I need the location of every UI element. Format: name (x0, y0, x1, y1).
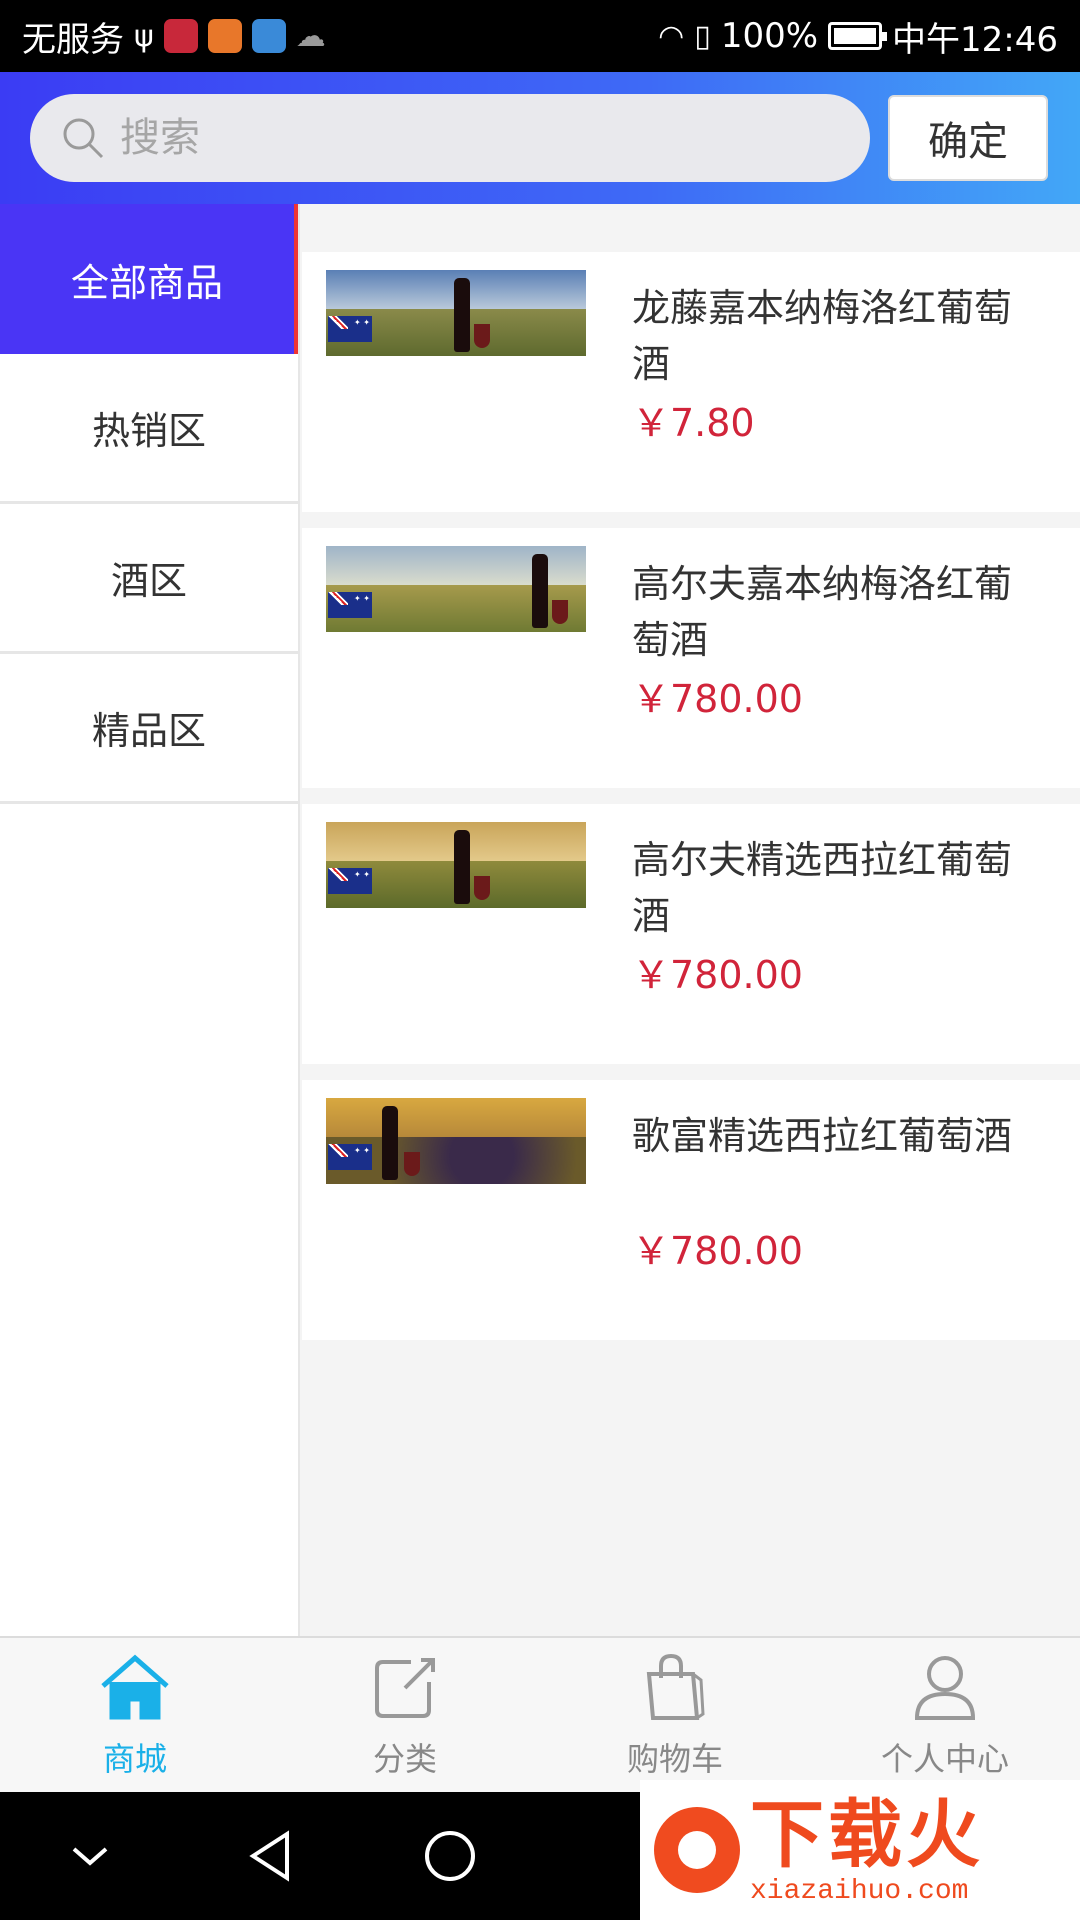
product-price: ￥7.80 (632, 401, 755, 445)
list-item[interactable]: 龙藤嘉本纳梅洛红葡萄酒 ￥7.80 (302, 252, 1080, 512)
australia-flag-icon (328, 592, 372, 618)
tab-label: 商城 (102, 1740, 167, 1778)
search-icon (63, 118, 104, 159)
search-box[interactable] (30, 94, 870, 182)
battery-icon (828, 22, 888, 50)
nav-back-button[interactable] (180, 1828, 360, 1884)
alert-icon: ▯ (694, 18, 711, 54)
home-icon (101, 1654, 169, 1720)
sidebar-item-hot[interactable]: 热销区 (0, 354, 298, 504)
product-image (326, 270, 586, 356)
category-sidebar: 全部商品 热销区 酒区 精品区 (0, 204, 300, 1636)
search-header: 确定 (0, 72, 1080, 204)
user-icon (914, 1656, 976, 1720)
product-price: ￥780.00 (632, 953, 803, 997)
vmall-app-icon (163, 19, 198, 53)
sidebar-item-wine[interactable]: 酒区 (0, 504, 298, 654)
product-name: 高尔夫精选西拉红葡萄酒 (632, 838, 1013, 938)
product-image (326, 822, 586, 908)
back-triangle-icon (249, 1830, 289, 1882)
shopping-bag-icon (646, 1653, 705, 1720)
list-item[interactable]: 高尔夫精选西拉红葡萄酒 ￥780.00 (302, 804, 1080, 1064)
product-name: 龙藤嘉本纳梅洛红葡萄酒 (632, 286, 1013, 386)
chevron-down-icon (72, 1847, 108, 1866)
download-logo-icon (654, 1807, 740, 1893)
nav-collapse-button[interactable] (0, 1841, 180, 1871)
category-icon (375, 1658, 435, 1718)
sidebar-item-all[interactable]: 全部商品 (0, 204, 298, 354)
watermark-logo: 下载火 xiazaihuo.com (640, 1780, 1080, 1920)
sidebar-item-premium[interactable]: 精品区 (0, 654, 298, 804)
tab-label: 个人中心 (880, 1740, 1009, 1778)
tab-profile[interactable]: 个人中心 (810, 1638, 1080, 1792)
product-name: 歌富精选西拉红葡萄酒 (632, 1114, 1013, 1158)
product-price: ￥780.00 (632, 677, 803, 721)
australia-flag-icon (328, 868, 372, 894)
nav-home-button[interactable] (360, 1828, 540, 1884)
carrier-text: 无服务 (22, 19, 124, 60)
product-image (326, 546, 586, 632)
usb-icon: ψ (134, 18, 154, 54)
list-item[interactable]: 高尔夫嘉本纳梅洛红葡萄酒 ￥780.00 (302, 528, 1080, 788)
product-image (326, 1098, 586, 1184)
product-price: ￥780.00 (632, 1229, 803, 1273)
tab-home[interactable]: 商城 (0, 1638, 270, 1792)
search-input[interactable] (120, 115, 800, 161)
watermark-url: xiazaihuo.com (750, 1876, 969, 1907)
confirm-button[interactable]: 确定 (888, 95, 1048, 181)
tab-label: 购物车 (626, 1740, 723, 1778)
clock-text: 中午12:46 (892, 19, 1058, 60)
product-name: 高尔夫嘉本纳梅洛红葡萄酒 (632, 562, 1013, 662)
tab-category[interactable]: 分类 (270, 1638, 540, 1792)
australia-flag-icon (328, 316, 372, 342)
australia-flag-icon (328, 1144, 372, 1170)
tab-cart[interactable]: 购物车 (540, 1638, 810, 1792)
tab-label: 分类 (372, 1740, 437, 1778)
battery-percent: 100% (720, 16, 819, 56)
list-item[interactable]: 歌富精选西拉红葡萄酒 ￥780.00 (302, 1080, 1080, 1340)
cloud-icon: ☁ (295, 18, 326, 54)
status-bar: 无服务 ψ ☁ ◠ ▯ 100% 中午12:46 (0, 0, 1080, 72)
browser-app-icon (251, 19, 286, 53)
watermark-title: 下载火 (750, 1792, 984, 1878)
wifi-icon: ◠ (658, 18, 685, 54)
home-circle-icon (425, 1831, 475, 1881)
bottom-tab-bar: 商城 分类 购物车 个人中心 (0, 1636, 1080, 1792)
video-app-icon (207, 19, 242, 53)
product-list: 龙藤嘉本纳梅洛红葡萄酒 ￥7.80 高尔夫嘉本纳梅洛红葡萄酒 ￥780.00 高… (302, 204, 1080, 1636)
